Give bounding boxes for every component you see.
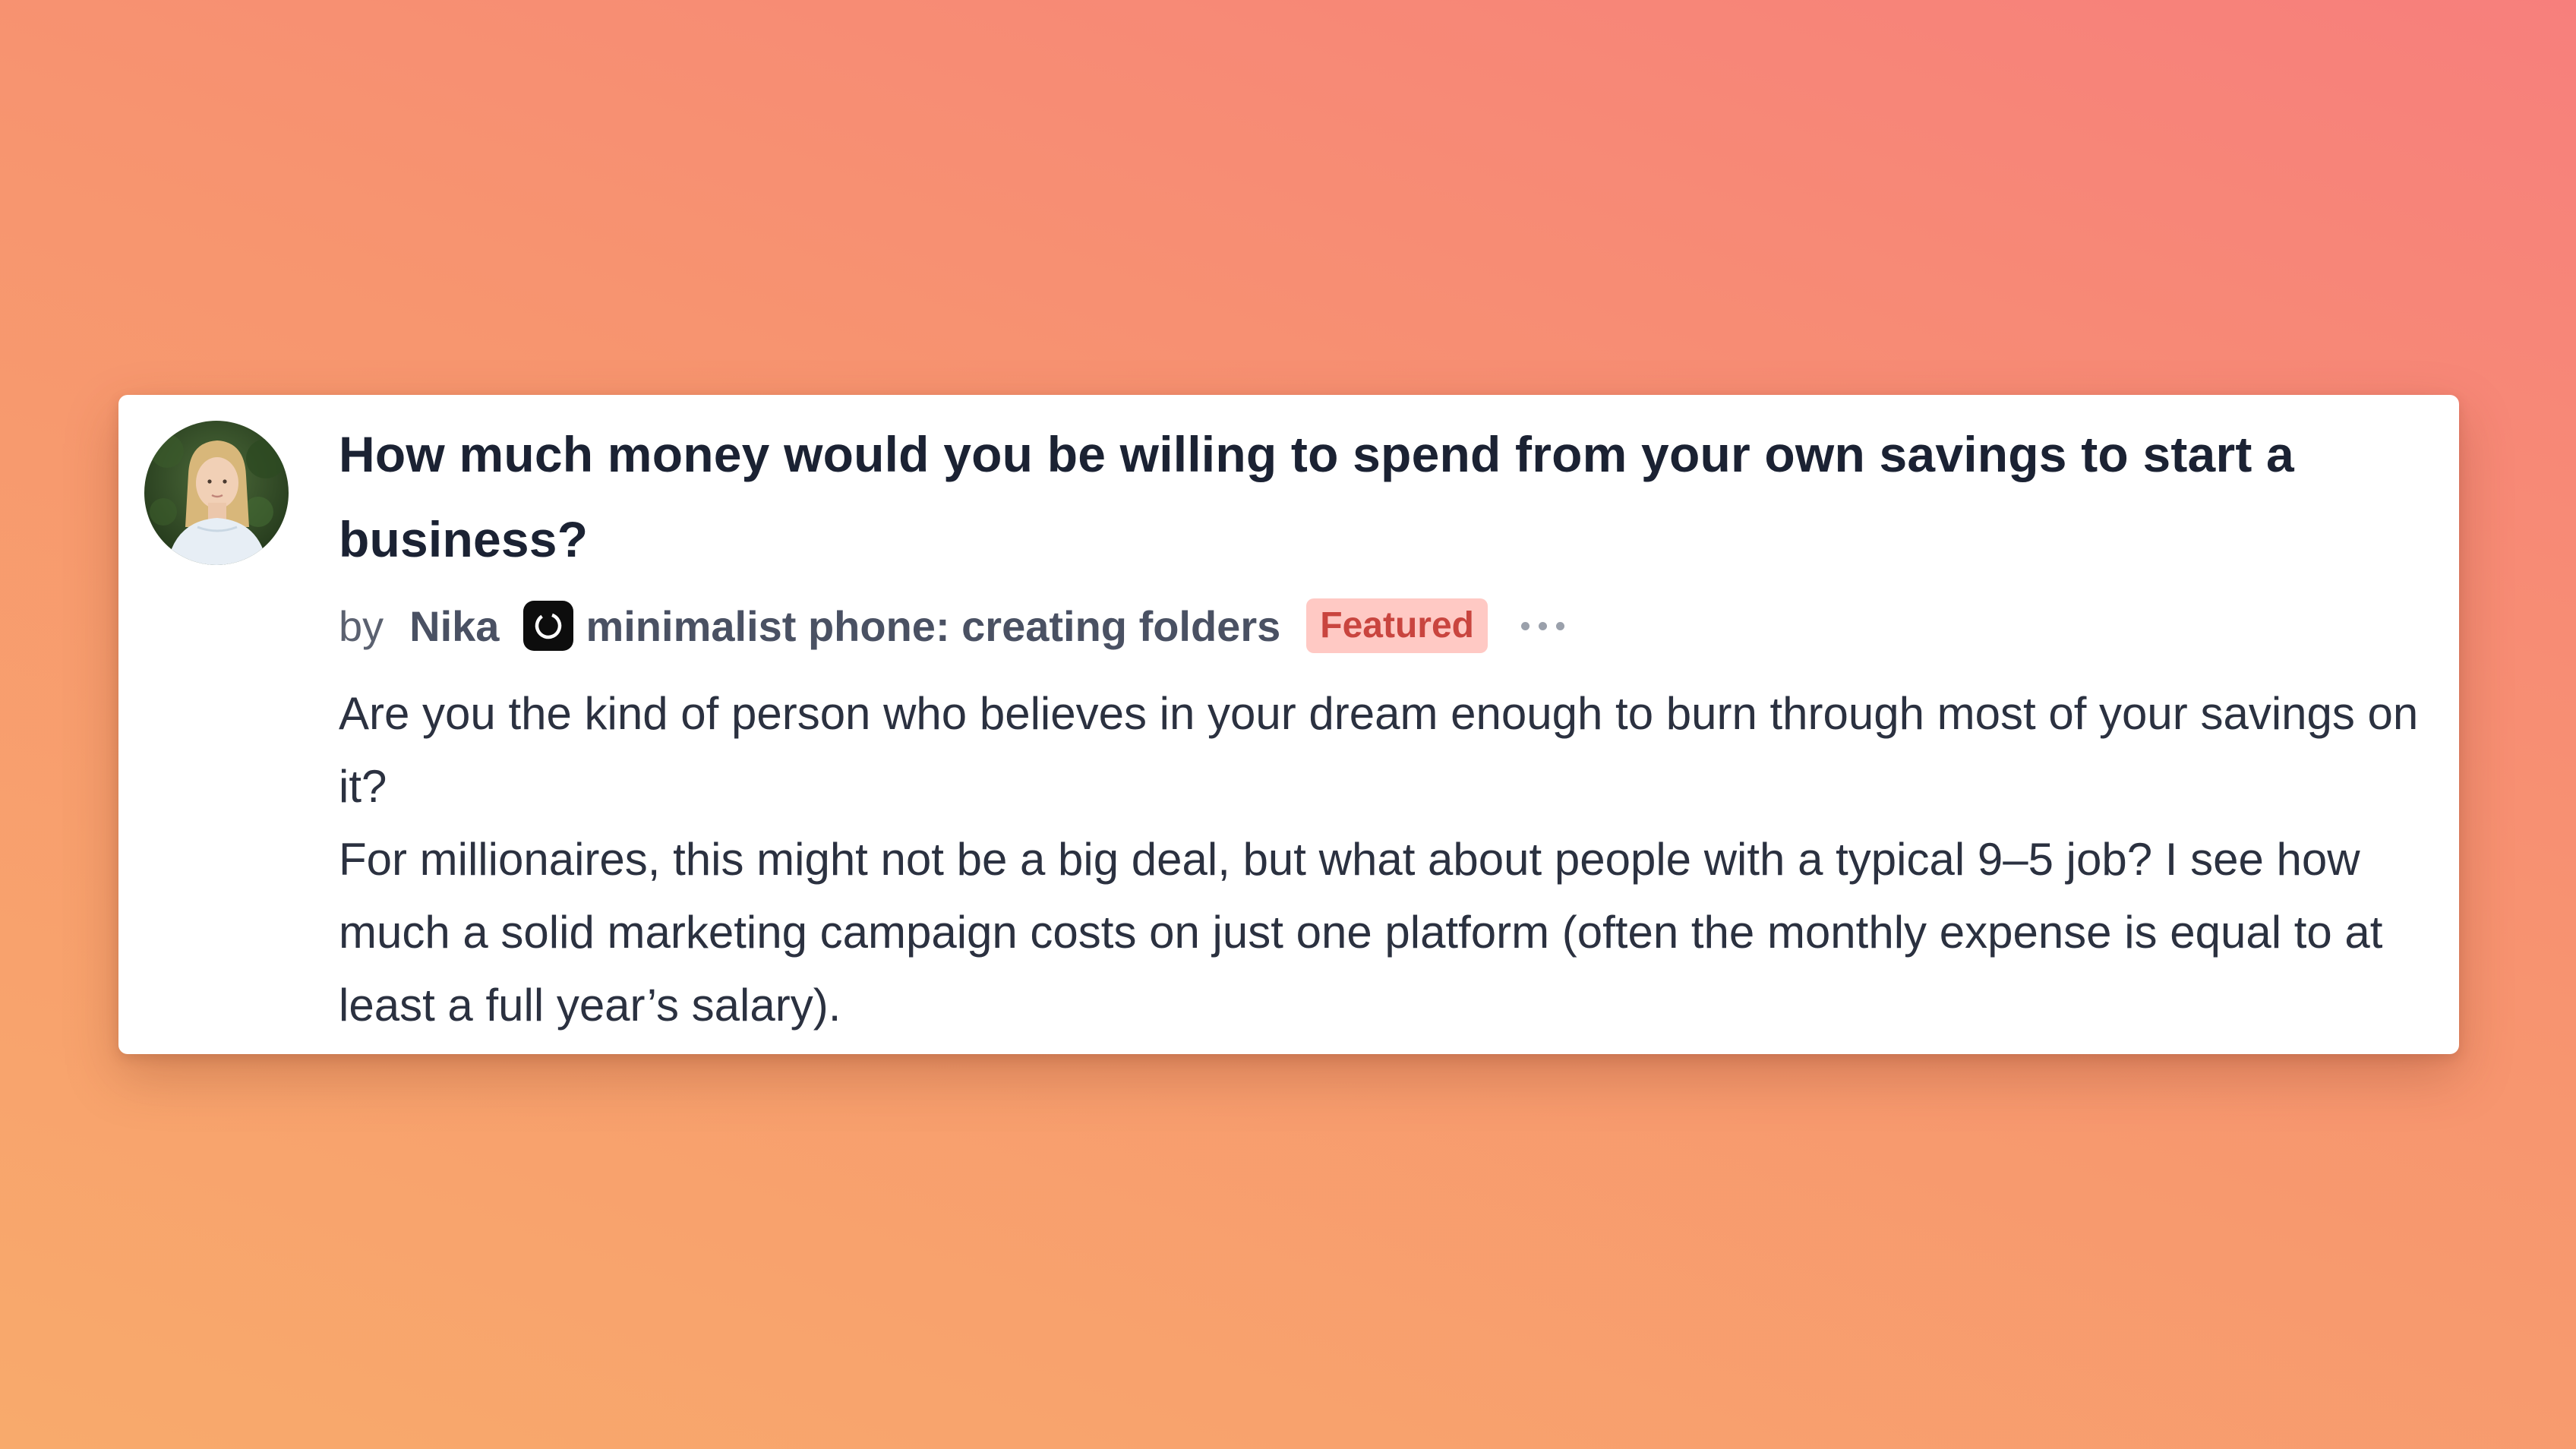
post-title[interactable]: How much money would you be willing to s… xyxy=(339,412,2442,582)
post-content: How much money would you be willing to s… xyxy=(339,412,2442,1042)
body-paragraph: Are you the kind of person who believes … xyxy=(339,688,2419,812)
avatar-photo xyxy=(144,421,289,565)
by-label: by xyxy=(339,601,384,650)
body-paragraph: For millionaires, this might not be a bi… xyxy=(339,834,2383,1031)
featured-badge: Featured xyxy=(1306,598,1488,653)
product-link[interactable]: minimalist phone: creating folders xyxy=(586,601,1280,651)
product-logo-icon[interactable] xyxy=(523,601,574,651)
more-dot xyxy=(1555,621,1564,630)
post-meta: by Nika minimalist phone: creating folde… xyxy=(339,595,2442,656)
post-body: Are you the kind of person who believes … xyxy=(339,677,2442,1042)
more-options-icon[interactable] xyxy=(1520,603,1564,649)
post-card: How much money would you be willing to s… xyxy=(118,395,2459,1054)
more-dot xyxy=(1538,621,1547,630)
more-dot xyxy=(1520,621,1530,630)
author-avatar[interactable] xyxy=(144,421,289,565)
author-name[interactable]: Nika xyxy=(409,601,499,651)
